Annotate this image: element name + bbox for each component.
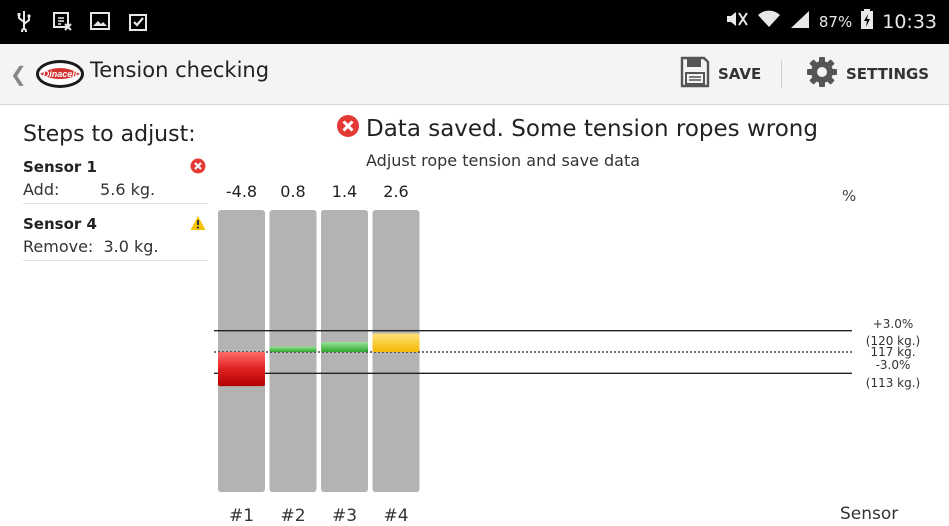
value-label: 0.8 <box>280 182 305 201</box>
unit-label: % <box>842 187 857 205</box>
value-bar <box>372 333 420 352</box>
sensor-track <box>218 210 265 492</box>
reference-sublabel: (113 kg.) <box>866 376 920 390</box>
x-axis-label: Sensor <box>840 504 899 524</box>
value-bar <box>321 342 368 352</box>
sensor-tick-label: #3 <box>332 506 357 526</box>
sensor-tick-label: #2 <box>280 506 305 526</box>
reference-label: -3.0% <box>876 358 911 372</box>
reference-label: 117 kg. <box>870 345 915 359</box>
value-bar <box>218 352 265 387</box>
sensor-tick-label: #4 <box>383 506 408 526</box>
reference-label: +3.0% <box>873 317 914 331</box>
value-label: 1.4 <box>332 182 357 201</box>
value-label: -4.8 <box>226 182 257 201</box>
value-bar <box>269 346 317 352</box>
value-label: 2.6 <box>383 182 408 201</box>
tension-chart: -4.8 0.8 1.4 2.6#1 #2 #3 #4+3.0%(120 kg.)117 k… <box>214 182 920 526</box>
sensor-tick-label: #1 <box>229 506 254 526</box>
